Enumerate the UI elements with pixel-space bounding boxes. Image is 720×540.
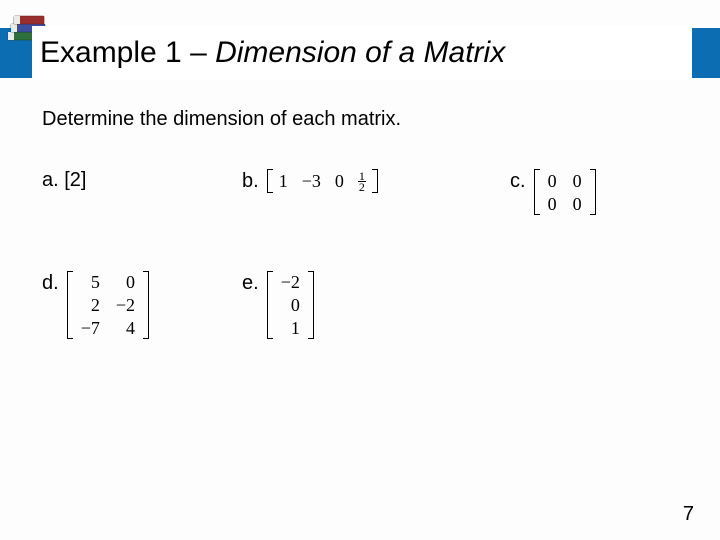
item-b: b. 1 −3 0 1 2	[242, 169, 510, 193]
bracket-right-icon	[372, 169, 378, 193]
item-a: a. [2]	[42, 169, 242, 192]
page-title: Example 1 – Dimension of a Matrix	[40, 36, 505, 70]
item-d: d. 5 2 −7 0 −2 4	[42, 271, 242, 339]
item-c: c. 0 0 0 0	[510, 169, 596, 215]
item-b-label: b.	[242, 169, 259, 193]
matrix-cell: −2	[116, 294, 135, 316]
row-2: d. 5 2 −7 0 −2 4 e.	[42, 271, 680, 339]
content-area: Determine the dimension of each matrix. …	[42, 100, 680, 339]
prompt-text: Determine the dimension of each matrix.	[42, 108, 680, 131]
fraction: 1 2	[358, 171, 366, 192]
matrix-cell: 4	[126, 317, 135, 339]
matrix-cell: 1	[291, 317, 300, 339]
item-c-matrix: 0 0 0 0	[534, 169, 596, 215]
matrix-cell: 0	[573, 193, 582, 215]
item-e-matrix: −2 0 1	[267, 271, 314, 339]
title-bar: Example 1 – Dimension of a Matrix	[32, 26, 692, 80]
item-e-label: e.	[242, 271, 259, 295]
matrix-cell: −7	[81, 317, 100, 339]
item-b-matrix: 1 −3 0 1 2	[267, 169, 378, 193]
title-italic: Dimension of a Matrix	[215, 36, 505, 69]
item-d-matrix: 5 2 −7 0 −2 4	[67, 271, 149, 339]
title-plain: Example 1 –	[40, 36, 215, 69]
matrix-cell: 0	[548, 170, 557, 192]
bracket-left-icon	[267, 169, 273, 193]
matrix-cell: 0	[335, 171, 344, 192]
matrix-cell: 0	[548, 193, 557, 215]
matrix-cell: −2	[281, 271, 300, 293]
bracket-left-icon	[267, 271, 273, 339]
row-1: a. [2] b. 1 −3 0 1 2 c.	[42, 169, 680, 215]
bracket-right-icon	[143, 271, 149, 339]
item-a-label: a. [2]	[42, 169, 86, 191]
matrix-cell: 1	[279, 171, 288, 192]
page-number: 7	[683, 503, 694, 526]
matrix-cell: 0	[291, 294, 300, 316]
matrix-cell: 5	[91, 271, 100, 293]
matrix-cell: 0	[126, 271, 135, 293]
fraction-den: 2	[358, 182, 366, 192]
bracket-right-icon	[590, 169, 596, 215]
bracket-left-icon	[67, 271, 73, 339]
matrix-cell: 0	[573, 170, 582, 192]
item-c-label: c.	[510, 169, 526, 193]
item-d-label: d.	[42, 271, 59, 295]
bracket-right-icon	[308, 271, 314, 339]
matrix-cell: −3	[302, 171, 321, 192]
item-e: e. −2 0 1	[242, 271, 314, 339]
bracket-left-icon	[534, 169, 540, 215]
matrix-cell: 2	[91, 294, 100, 316]
